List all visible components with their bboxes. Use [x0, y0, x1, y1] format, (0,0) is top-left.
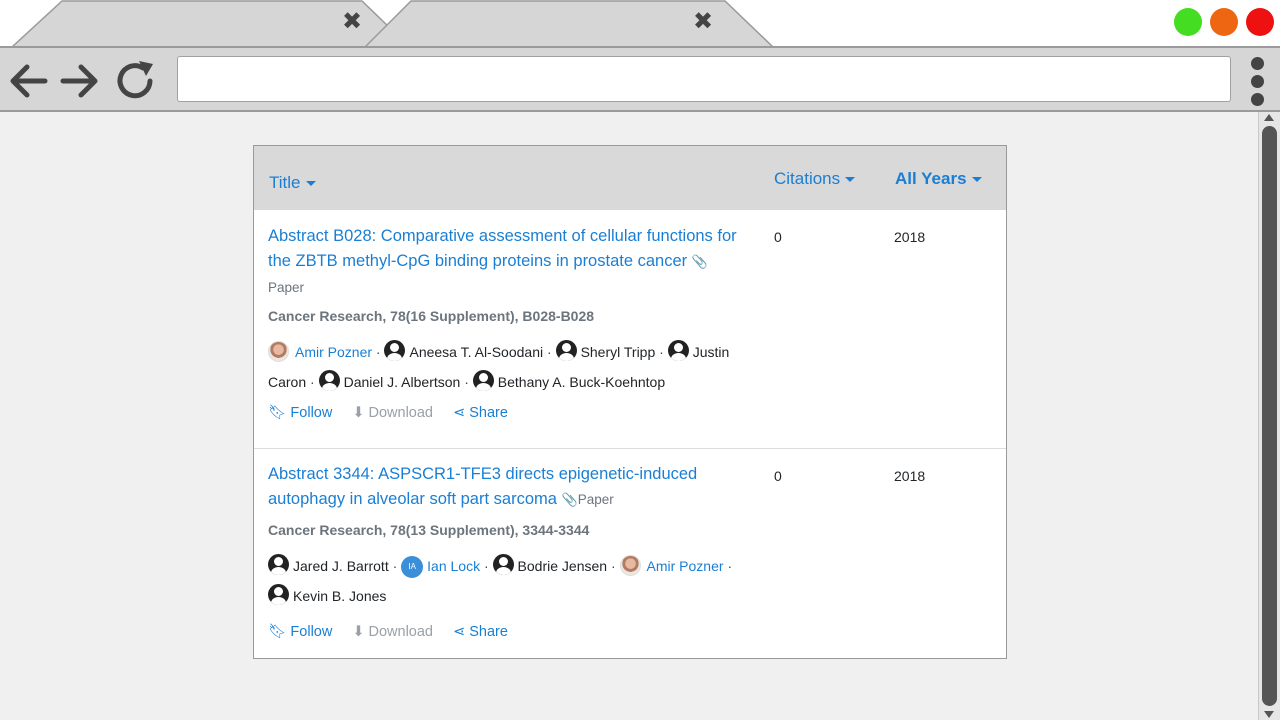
- tab-close-icon[interactable]: ✖: [342, 10, 362, 34]
- person-avatar-icon: [318, 370, 340, 391]
- browser-tab-1[interactable]: ✖: [12, 0, 392, 47]
- scroll-thumb[interactable]: [1262, 126, 1277, 706]
- person-avatar-icon: [555, 340, 577, 361]
- follow-button[interactable]: 🔖︎ Follow: [268, 623, 332, 640]
- follow-label: Follow: [290, 405, 333, 421]
- window-maximize-button[interactable]: [1174, 8, 1202, 36]
- browser-toolbar: [0, 46, 1280, 112]
- author-name: Jared J. Barrott: [293, 558, 389, 574]
- follow-label: Follow: [290, 624, 333, 640]
- author: Kevin B. Jones: [268, 584, 387, 605]
- publication-title[interactable]: Abstract B028: Comparative assessment of…: [268, 227, 737, 270]
- reload-icon[interactable]: [113, 58, 159, 104]
- years-header-label: All Years: [895, 169, 967, 188]
- scroll-up-arrow-icon[interactable]: [1264, 114, 1274, 121]
- person-avatar-icon: [667, 340, 689, 361]
- window-minimize-button[interactable]: [1210, 8, 1238, 36]
- citation-count: 0: [774, 229, 782, 245]
- title-sort-dropdown[interactable]: Title: [269, 173, 316, 193]
- table-header: Title Citations All Years: [254, 146, 1006, 210]
- author: Jared J. Barrott: [268, 554, 389, 575]
- caret-down-icon: [305, 181, 316, 187]
- share-label: Share: [469, 405, 508, 421]
- back-arrow-icon[interactable]: [5, 58, 51, 104]
- paperclip-icon: 📎: [561, 492, 578, 507]
- publication-year: 2018: [894, 229, 926, 245]
- scroll-down-arrow-icon[interactable]: [1264, 711, 1274, 718]
- author-list: Jared J. Barrott · IA Ian Lock · Bodrie J…: [268, 551, 753, 611]
- author-name: Daniel J. Albertson: [343, 374, 461, 390]
- row-actions: 🔖︎ Follow ⬇ Download ⋖ Share: [268, 623, 524, 640]
- table-row: Abstract 3344: ASPSCR1-TFE3 directs epig…: [254, 449, 1006, 658]
- share-icon: ⋖: [453, 405, 466, 421]
- person-avatar-icon: [492, 554, 514, 575]
- share-button[interactable]: ⋖ Share: [453, 405, 508, 421]
- author: Sheryl Tripp: [555, 340, 656, 361]
- author-initials-avatar: IA: [401, 556, 424, 578]
- publication-title-link[interactable]: Abstract 3344: ASPSCR1-TFE3 directs epig…: [268, 462, 758, 512]
- follow-button[interactable]: 🔖︎ Follow: [268, 404, 332, 421]
- author: Aneesa T. Al-Soodani: [384, 340, 544, 361]
- bookmark-icon: 🔖︎: [268, 624, 287, 640]
- author: Bodrie Jensen: [492, 554, 608, 575]
- author-photo: [268, 341, 289, 362]
- person-avatar-icon: [268, 584, 289, 605]
- author: Bethany A. Buck-Koehntop: [472, 370, 666, 391]
- download-button[interactable]: ⬇ Download: [352, 405, 433, 421]
- window-close-button[interactable]: [1246, 8, 1274, 36]
- row-actions: 🔖︎ Follow ⬇ Download ⋖ Share: [268, 404, 524, 421]
- citation-count: 0: [774, 468, 782, 484]
- download-label: Download: [368, 624, 434, 640]
- download-icon: ⬇: [352, 405, 365, 421]
- table-row: Abstract B028: Comparative assessment of…: [254, 210, 1006, 449]
- publication-type: Paper: [268, 280, 305, 295]
- author: Daniel J. Albertson: [318, 370, 461, 391]
- person-avatar-icon: [384, 340, 406, 361]
- person-avatar-icon: [268, 554, 289, 575]
- publication-title-link[interactable]: Abstract B028: Comparative assessment of…: [268, 224, 758, 274]
- browser-tab-2[interactable]: ✖: [365, 0, 777, 47]
- caret-down-icon: [971, 177, 982, 183]
- tab-bar: ✖ ✖: [0, 0, 1280, 47]
- vertical-scrollbar[interactable]: [1258, 112, 1280, 720]
- citations-header-label: Citations: [774, 169, 841, 188]
- publication-title[interactable]: Abstract 3344: ASPSCR1-TFE3 directs epig…: [268, 465, 697, 508]
- download-icon: ⬇: [352, 624, 365, 640]
- publications-table: Title Citations All Years Abstract B028:…: [253, 145, 1007, 659]
- menu-dots-icon[interactable]: [1248, 57, 1268, 107]
- bookmark-icon: 🔖︎: [268, 405, 287, 421]
- author-name: Aneesa T. Al-Soodani: [409, 344, 544, 360]
- author-name: Kevin B. Jones: [293, 588, 387, 604]
- publication-year: 2018: [894, 468, 926, 484]
- citations-sort-dropdown[interactable]: Citations: [774, 169, 856, 189]
- author-photo: [619, 555, 641, 576]
- tab-close-icon[interactable]: ✖: [693, 10, 713, 34]
- share-button[interactable]: ⋖ Share: [453, 624, 508, 640]
- forward-arrow-icon[interactable]: [57, 58, 103, 104]
- person-avatar-icon: [472, 370, 494, 391]
- title-header-label: Title: [269, 173, 301, 192]
- years-filter-dropdown[interactable]: All Years: [895, 169, 982, 189]
- author-link[interactable]: Amir Pozner: [619, 555, 724, 576]
- author-name: Bethany A. Buck-Koehntop: [497, 374, 666, 390]
- author-name: Bodrie Jensen: [517, 558, 608, 574]
- paperclip-icon: 📎: [691, 254, 708, 269]
- author-link[interactable]: IA Ian Lock: [401, 556, 480, 578]
- author-list: Amir Pozner · Aneesa T. Al-Soodani · She…: [268, 337, 753, 397]
- download-label: Download: [368, 405, 434, 421]
- author-name[interactable]: Ian Lock: [427, 558, 480, 574]
- author-link[interactable]: Amir Pozner: [268, 341, 372, 362]
- share-label: Share: [469, 624, 508, 640]
- publication-type: Paper: [577, 492, 614, 507]
- caret-down-icon: [845, 177, 856, 183]
- address-bar[interactable]: [177, 56, 1231, 102]
- author-name[interactable]: Amir Pozner: [647, 558, 724, 574]
- journal-citation: Cancer Research, 78(16 Supplement), B028…: [268, 308, 595, 324]
- share-icon: ⋖: [453, 624, 466, 640]
- journal-citation: Cancer Research, 78(13 Supplement), 3344…: [268, 522, 590, 538]
- author-name[interactable]: Amir Pozner: [295, 344, 372, 360]
- download-button[interactable]: ⬇ Download: [352, 624, 433, 640]
- author-name: Sheryl Tripp: [580, 344, 656, 360]
